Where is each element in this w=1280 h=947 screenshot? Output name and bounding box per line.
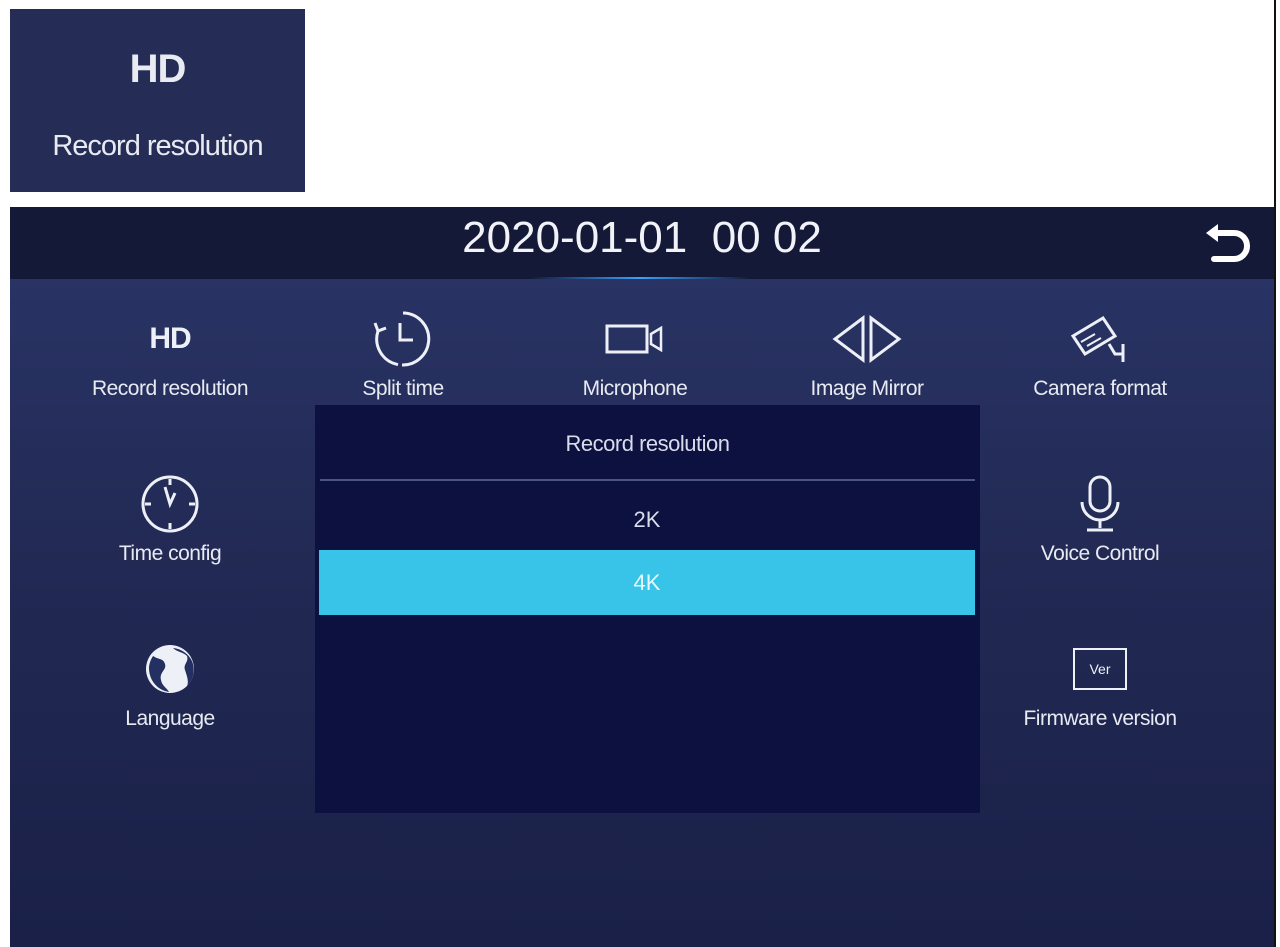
popup-divider	[320, 479, 975, 481]
menu-voice-control[interactable]: Voice Control	[990, 472, 1210, 582]
hd-icon: HD	[149, 322, 191, 355]
menu-split-time[interactable]: Split time	[293, 307, 513, 417]
record-resolution-preview-tile: HD Record resolution	[10, 9, 305, 192]
menu-language[interactable]: Language	[60, 637, 280, 747]
preview-label: Record resolution	[52, 130, 263, 162]
resolution-popup: Record resolution 2K 4K	[315, 405, 980, 813]
back-button[interactable]	[1200, 221, 1256, 271]
header-accent-line	[530, 277, 750, 279]
back-arrow-icon	[1206, 224, 1250, 262]
menu-time-config[interactable]: Time config	[60, 472, 280, 582]
popup-title: Record resolution	[565, 431, 730, 456]
ver-icon-text: Ver	[1089, 661, 1111, 677]
menu-image-mirror[interactable]: Image Mirror	[757, 307, 977, 417]
security-camera-icon	[1070, 315, 1125, 362]
menu-label: Time config	[118, 542, 222, 565]
menu-microphone[interactable]: Microphone	[525, 307, 745, 417]
option-2k[interactable]: 2K	[319, 487, 975, 552]
ver-box-icon: Ver	[1073, 648, 1127, 690]
menu-firmware-version[interactable]: Ver Firmware version	[990, 637, 1210, 747]
menu-label: Split time	[362, 377, 444, 400]
menu-label: Language	[125, 707, 215, 730]
menu-label: Firmware version	[1023, 707, 1177, 730]
mirror-arrows-icon	[832, 315, 902, 363]
datetime-display: 2020-01-01 00 02	[462, 213, 822, 262]
camera-recorder-icon	[605, 324, 663, 354]
settings-screen: 2020-01-01 00 02 HD Record resolution Sp…	[10, 207, 1274, 947]
menu-label: Image Mirror	[810, 377, 924, 400]
menu-label: Record resolution	[91, 377, 249, 400]
option-4k-selected[interactable]: 4K	[319, 550, 975, 615]
menu-label: Camera format	[1033, 377, 1167, 400]
microphone-icon	[1080, 475, 1120, 532]
top-bar: 2020-01-01 00 02	[10, 207, 1274, 279]
menu-record-resolution[interactable]: HD Record resolution	[60, 307, 280, 417]
menu-label: Voice Control	[1040, 542, 1160, 565]
menu-camera-format[interactable]: Camera format	[990, 307, 1210, 417]
frame-edge	[1274, 0, 1276, 947]
hd-icon: HD	[129, 47, 187, 91]
menu-label: Microphone	[582, 377, 688, 400]
globe-icon	[146, 645, 194, 693]
clock-icon	[141, 475, 199, 533]
clock-split-icon	[373, 311, 431, 367]
